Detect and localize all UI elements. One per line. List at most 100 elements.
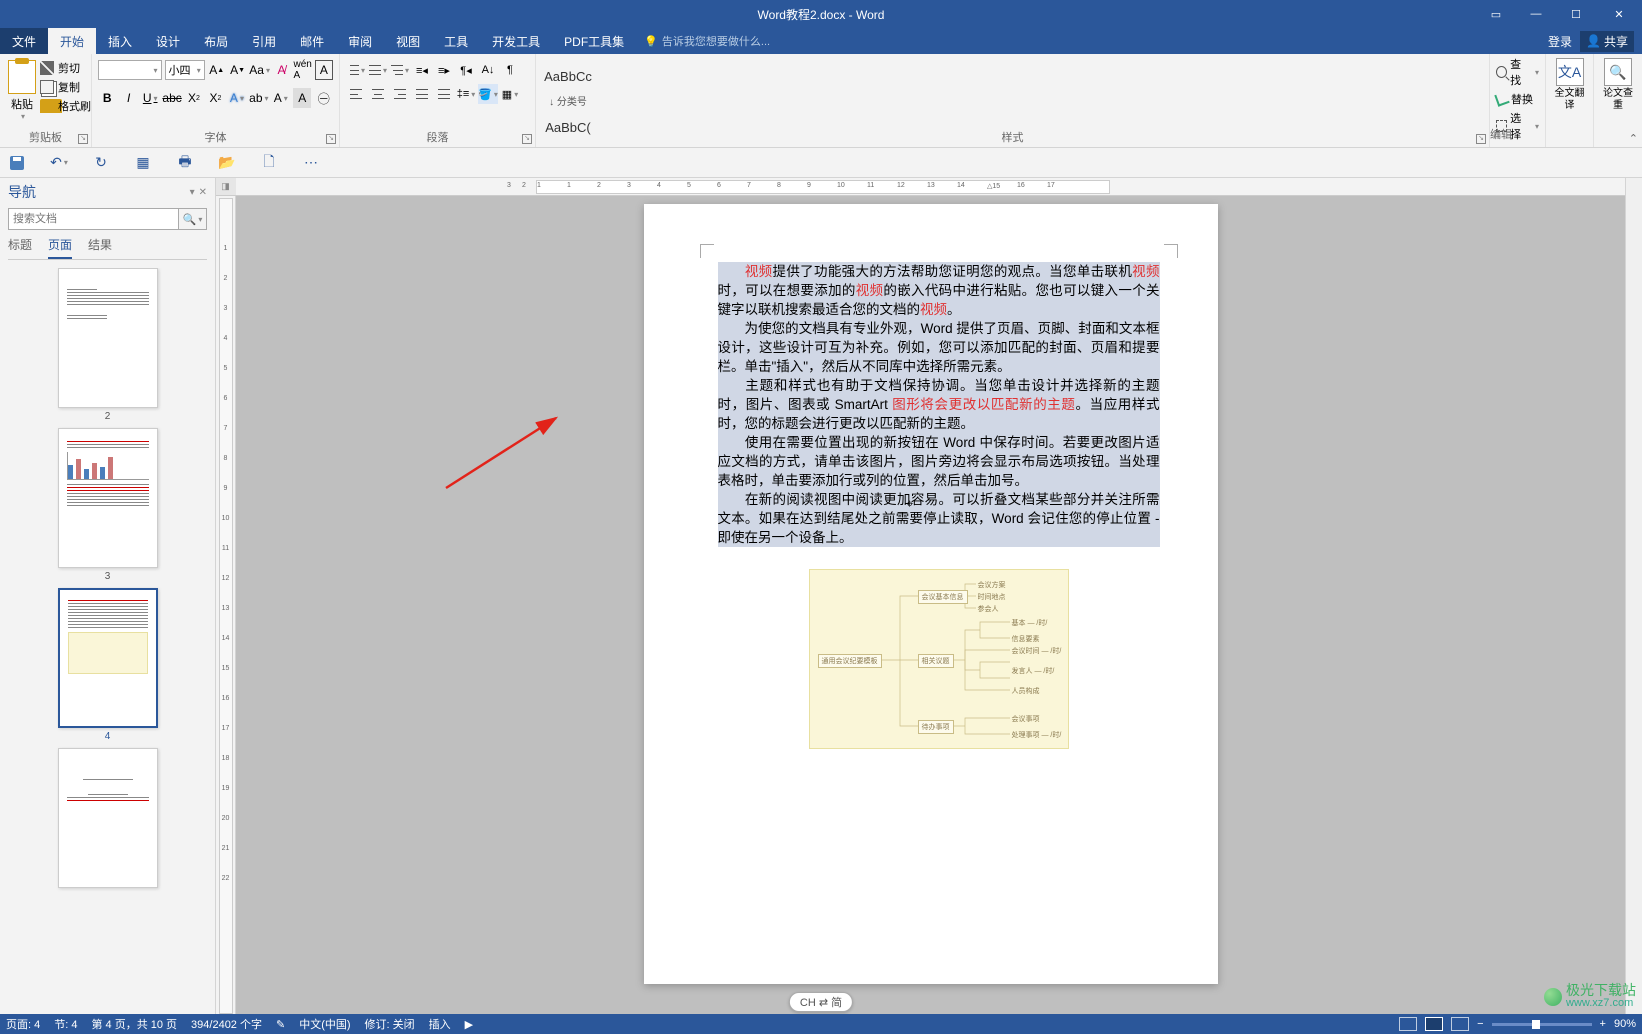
tab-home[interactable]: 开始 (48, 28, 96, 54)
show-marks-button[interactable]: ¶ (500, 60, 520, 80)
tab-developer[interactable]: 开发工具 (480, 28, 552, 54)
nav-dropdown-icon[interactable]: ▾ (190, 187, 195, 198)
tab-tools[interactable]: 工具 (432, 28, 480, 54)
zoom-value[interactable]: 90% (1614, 1018, 1636, 1030)
shrink-font-button[interactable]: A▼ (229, 60, 247, 80)
replace-button[interactable]: 替换 (1496, 91, 1539, 107)
tab-view[interactable]: 视图 (384, 28, 432, 54)
tell-me-search[interactable]: 💡 告诉我您想要做什么... (644, 28, 770, 54)
dialog-launcher[interactable]: ↘ (326, 134, 336, 144)
align-right-button[interactable] (390, 84, 410, 104)
dialog-launcher[interactable]: ↘ (78, 134, 88, 144)
superscript-button[interactable]: X2 (206, 88, 224, 108)
zoom-in-button[interactable]: + (1600, 1018, 1606, 1030)
collСАР-ribbon-button[interactable]: ⌃ (1629, 132, 1638, 145)
mindmap-image[interactable]: 通用会议纪要模板 会议基本信息 会议方案 时间地点 参会人 相关议题 基本 — … (809, 569, 1069, 749)
horizontal-ruler[interactable]: 321 1234567891011121314△151617 (236, 178, 1625, 196)
vertical-scrollbar[interactable] (1625, 178, 1642, 1014)
highlight-button[interactable]: ab▾ (249, 88, 268, 108)
status-section[interactable]: 节: 4 (54, 1016, 77, 1032)
shading-button[interactable]: 🪣▾ (478, 84, 498, 104)
vertical-ruler-track[interactable]: 12345678910111213141516171819202122 (219, 198, 233, 1014)
qat-open-button[interactable]: 📂 (218, 154, 236, 172)
change-case-button[interactable]: Aa▾ (250, 60, 270, 80)
paragraph-5[interactable]: 在新的阅读视图中阅读更加容易。可以折叠文档某些部分并关注所需文本。如果在达到结尾… (718, 490, 1160, 547)
paragraph-2[interactable]: 为使您的文档具有专业外观，Word 提供了页眉、页脚、封面和文本框设计，这些设计… (718, 319, 1160, 376)
decrease-indent-button[interactable]: ≡◂ (412, 60, 432, 80)
thumb-page-3[interactable]: 3 (58, 428, 158, 582)
status-insert[interactable]: 插入 (429, 1016, 451, 1032)
bullets-button[interactable]: ▾ (346, 60, 366, 80)
increase-indent-button[interactable]: ≡▸ (434, 60, 454, 80)
distribute-button[interactable] (434, 84, 454, 104)
ime-indicator[interactable]: CH ⇄ 简 (789, 992, 853, 1012)
subscript-button[interactable]: X2 (185, 88, 203, 108)
format-painter-button[interactable]: 格式刷 (40, 98, 91, 114)
ribbon-options-icon[interactable]: ▭ (1476, 0, 1516, 28)
phonetic-guide-button[interactable]: wénA (294, 60, 312, 80)
qat-preview-button[interactable]: ▦ (134, 154, 152, 172)
nav-search-go-button[interactable]: 🔍▾ (178, 209, 206, 229)
view-print-button[interactable] (1425, 1017, 1443, 1031)
nav-close-button[interactable]: ✕ (199, 187, 207, 198)
document-page[interactable]: 视频提供了功能强大的方法帮助您证明您的观点。当您单击联机视频时，可以在想要添加的… (644, 204, 1218, 984)
paragraph-1[interactable]: 视频提供了功能强大的方法帮助您证明您的观点。当您单击联机视频时，可以在想要添加的… (718, 262, 1160, 319)
qat-print-button[interactable]: 🖶 (176, 154, 194, 172)
nav-tab-headings[interactable]: 标题 (8, 236, 32, 259)
font-name-select[interactable]: ▾ (98, 60, 162, 80)
strikethrough-button[interactable]: abc (162, 88, 181, 108)
justify-button[interactable] (412, 84, 432, 104)
status-spellcheck-icon[interactable]: ✎ (276, 1018, 285, 1031)
qat-more-button[interactable]: ⋯ (302, 154, 320, 172)
multilevel-button[interactable]: ▾ (390, 60, 410, 80)
copy-button[interactable]: 复制 (40, 79, 91, 95)
tab-references[interactable]: 引用 (240, 28, 288, 54)
thumb-page-5[interactable] (58, 748, 158, 888)
status-language[interactable]: 中文(中国) (299, 1016, 350, 1032)
bold-button[interactable]: B (98, 88, 116, 108)
qat-redo-button[interactable]: ↻ (92, 154, 110, 172)
char-shading-button[interactable]: A (293, 88, 311, 108)
view-read-button[interactable] (1399, 1017, 1417, 1031)
status-page-of[interactable]: 第 4 页，共 10 页 (91, 1016, 177, 1032)
paste-button[interactable]: 粘贴 ▾ (6, 58, 38, 121)
numbering-button[interactable]: ▾ (368, 60, 388, 80)
tab-layout[interactable]: 布局 (192, 28, 240, 54)
line-spacing-button[interactable]: ‡≡▾ (456, 84, 476, 104)
ltr-button[interactable]: ¶◂ (456, 60, 476, 80)
qat-save-button[interactable] (8, 154, 26, 172)
status-words[interactable]: 394/2402 个字 (191, 1016, 262, 1032)
share-button[interactable]: 👤共享 (1580, 31, 1634, 52)
italic-button[interactable]: I (119, 88, 137, 108)
paragraph-3[interactable]: 主题和样式也有助于文档保持协调。当您单击设计并选择新的主题时，图片、图表或 Sm… (718, 376, 1160, 433)
tab-file[interactable]: 文件 (0, 28, 48, 54)
font-color-button[interactable]: A▾ (272, 88, 290, 108)
maximize-button[interactable]: ☐ (1556, 0, 1596, 28)
tab-review[interactable]: 审阅 (336, 28, 384, 54)
login-button[interactable]: 登录 (1548, 33, 1572, 50)
tab-pdf[interactable]: PDF工具集 (552, 28, 636, 54)
zoom-out-button[interactable]: − (1477, 1018, 1483, 1030)
underline-button[interactable]: U▾ (141, 88, 159, 108)
close-button[interactable]: ✕ (1596, 0, 1642, 28)
align-center-button[interactable] (368, 84, 388, 104)
grow-font-button[interactable]: A▲ (208, 60, 226, 80)
ruler-corner[interactable]: ◨ (216, 178, 236, 196)
qat-undo-button[interactable]: ↶▾ (50, 154, 68, 172)
view-web-button[interactable] (1451, 1017, 1469, 1031)
thumb-page-2[interactable]: 2 (58, 268, 158, 422)
qat-new-button[interactable]: 🗋 (260, 154, 278, 172)
paragraph-4[interactable]: 使用在需要位置出现的新按钮在 Word 中保存时间。若要更改图片适应文档的方式，… (718, 433, 1160, 490)
tab-mailings[interactable]: 邮件 (288, 28, 336, 54)
enclose-char-button[interactable]: ㊀ (314, 88, 332, 108)
text-effects-button[interactable]: A▾ (228, 88, 246, 108)
minimize-button[interactable]: ― (1516, 0, 1556, 28)
zoom-slider[interactable] (1492, 1023, 1592, 1026)
style-item-0[interactable]: AaBbCc↓ 分类号 (539, 58, 597, 109)
status-track[interactable]: 修订: 关闭 (365, 1016, 415, 1032)
nav-thumbnails[interactable]: 2 3 4 (8, 268, 207, 1014)
sort-button[interactable]: A↓ (478, 60, 498, 80)
clear-format-button[interactable]: A̸ (273, 60, 291, 80)
cut-button[interactable]: 剪切 (40, 60, 91, 76)
document-area[interactable]: 321 1234567891011121314△151617 视频提供了功能强大… (236, 178, 1625, 1014)
